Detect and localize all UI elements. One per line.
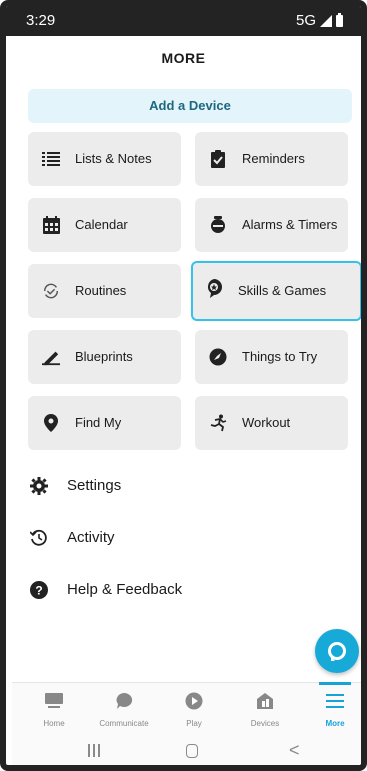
tab-label: More	[325, 719, 345, 728]
home-button-icon[interactable]	[186, 744, 198, 758]
recent-apps-icon[interactable]	[88, 744, 102, 758]
list-item-activity[interactable]: Activity	[28, 523, 348, 553]
calendar-icon	[42, 216, 60, 234]
card-calendar[interactable]: Calendar	[28, 198, 181, 252]
pencil-icon	[42, 348, 60, 366]
add-device-button[interactable]: Add a Device	[28, 89, 352, 123]
list-item-help-feedback[interactable]: ? Help & Feedback	[28, 575, 348, 605]
alarm-clock-icon	[209, 216, 227, 234]
phone-frame: 3:29 5G MORE Add a Device Lists & Notes …	[0, 0, 367, 771]
list-item-settings[interactable]: Settings	[28, 471, 348, 501]
card-label: Things to Try	[242, 349, 318, 364]
card-label: Lists & Notes	[75, 151, 152, 166]
card-routines[interactable]: Routines	[28, 264, 181, 318]
card-reminders[interactable]: Reminders	[195, 132, 348, 186]
card-label: Blueprints	[75, 349, 133, 364]
tab-play[interactable]: Play	[164, 683, 224, 733]
back-icon[interactable]: <	[289, 740, 300, 761]
page-title: MORE	[161, 50, 206, 66]
alexa-icon	[328, 642, 346, 661]
play-icon	[185, 692, 203, 710]
skills-icon	[205, 279, 223, 298]
status-bar: 3:29 5G	[6, 6, 361, 36]
signal-icon	[320, 14, 332, 27]
tab-home[interactable]: Home	[24, 683, 84, 733]
card-label: Skills & Games	[238, 283, 327, 298]
gear-icon	[30, 477, 48, 495]
home-icon	[45, 692, 63, 710]
card-label: Routines	[75, 283, 127, 298]
list-item-label: Settings	[67, 477, 122, 494]
battery-icon	[336, 12, 343, 27]
running-person-icon	[209, 414, 227, 432]
card-label: Find My	[75, 415, 122, 430]
routines-icon	[42, 282, 60, 300]
network-label: 5G	[295, 12, 316, 29]
card-lists-notes[interactable]: Lists & Notes	[28, 132, 181, 186]
tab-more[interactable]: More	[305, 682, 361, 733]
tab-label: Play	[186, 719, 202, 728]
card-label: Alarms & Timers	[242, 217, 338, 232]
menu-icon	[326, 692, 344, 710]
clipboard-check-icon	[209, 150, 227, 168]
tab-communicate[interactable]: Communicate	[94, 683, 154, 733]
bottom-tab-bar: Home Communicate Play Devices More	[12, 682, 361, 733]
help-icon: ?	[30, 581, 48, 599]
tab-label: Communicate	[99, 719, 149, 728]
tab-label: Home	[43, 719, 65, 728]
list-item-label: Help & Feedback	[67, 581, 183, 598]
card-label: Calendar	[75, 217, 128, 232]
card-things-to-try[interactable]: Things to Try	[195, 330, 348, 384]
location-pin-icon	[42, 414, 60, 432]
card-blueprints[interactable]: Blueprints	[28, 330, 181, 384]
history-icon	[30, 529, 48, 547]
status-time: 3:29	[26, 12, 56, 29]
card-alarms-timers[interactable]: Alarms & Timers	[195, 198, 348, 252]
list-icon	[42, 150, 60, 168]
status-indicators: 5G	[296, 12, 343, 29]
card-skills-games[interactable]: Skills & Games	[191, 261, 361, 321]
devices-icon	[256, 692, 274, 710]
chat-bubble-icon	[115, 692, 133, 710]
alexa-button[interactable]	[315, 629, 359, 673]
list-item-label: Activity	[67, 529, 115, 546]
card-find-my[interactable]: Find My	[28, 396, 181, 450]
svg-text:?: ?	[35, 584, 42, 598]
card-label: Workout	[242, 415, 291, 430]
card-workout[interactable]: Workout	[195, 396, 348, 450]
compass-icon	[209, 348, 227, 366]
system-nav-bar: <	[12, 732, 361, 765]
tab-devices[interactable]: Devices	[235, 683, 295, 733]
card-label: Reminders	[242, 151, 305, 166]
tab-label: Devices	[250, 719, 280, 728]
